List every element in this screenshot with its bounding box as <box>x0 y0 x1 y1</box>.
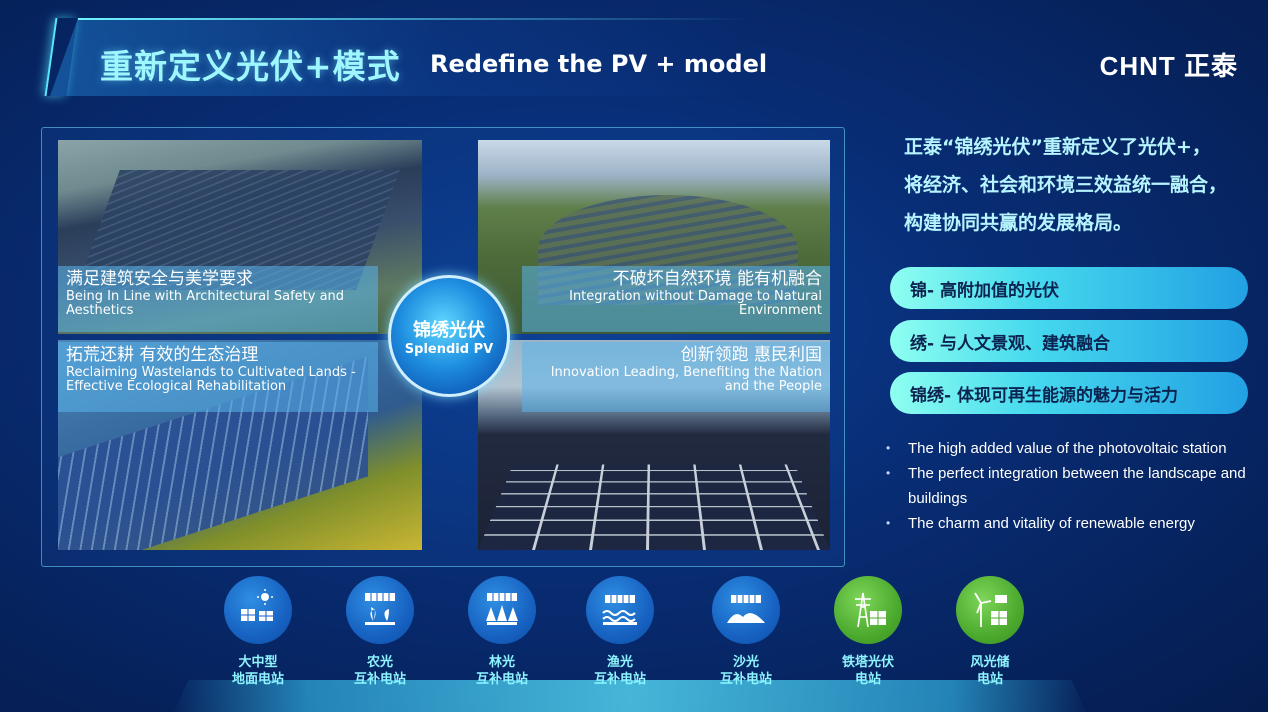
list-item: The charm and vitality of renewable ener… <box>886 511 1256 536</box>
agri-solar-icon <box>346 576 414 644</box>
station-fishery: 渔光 互补电站 <box>575 576 665 688</box>
station-label: 农光 <box>335 654 425 671</box>
badge-cn: 锦绣光伏 <box>413 316 485 342</box>
page-title-cn: 重新定义光伏+模式 <box>100 40 401 88</box>
station-label: 互补电站 <box>701 671 791 688</box>
intro-line: 正泰“锦绣光伏”重新定义了光伏+， <box>904 128 1254 166</box>
feature-pill-xiu: 绣- 与人文景观、建筑融合 <box>890 320 1248 362</box>
caption-innovation: 创新领跑 惠民利国 Innovation Leading, Benefiting… <box>522 342 830 412</box>
caption-cn: 不破坏自然环境 能有机融合 <box>530 270 822 290</box>
caption-en: Integration without Damage to Natural En… <box>530 290 822 320</box>
caption-cn: 拓荒还耕 有效的生态治理 <box>66 346 370 366</box>
station-label: 铁塔光伏 <box>823 654 913 671</box>
station-label: 互补电站 <box>335 671 425 688</box>
caption-en: Innovation Leading, Benefiting the Natio… <box>530 366 822 396</box>
list-item: The perfect integration between the land… <box>886 461 1256 511</box>
caption-en: Being In Line with Architectural Safety … <box>66 290 370 320</box>
station-label: 互补电站 <box>575 671 665 688</box>
splendid-pv-badge: 锦绣光伏 Splendid PV <box>388 275 510 397</box>
intro-line: 构建协同共赢的发展格局。 <box>904 204 1254 242</box>
station-ground: 大中型 地面电站 <box>213 576 303 688</box>
station-desert: 沙光 互补电站 <box>701 576 791 688</box>
ground-solar-icon <box>224 576 292 644</box>
intro-line: 将经济、社会和环境三效益统一融合， <box>904 166 1254 204</box>
intro-text: 正泰“锦绣光伏”重新定义了光伏+， 将经济、社会和环境三效益统一融合， 构建协同… <box>904 128 1254 242</box>
station-label: 互补电站 <box>457 671 547 688</box>
wind-solar-storage-icon <box>956 576 1024 644</box>
caption-cn: 创新领跑 惠民利国 <box>530 346 822 366</box>
caption-en: Reclaiming Wastelands to Cultivated Land… <box>66 366 370 396</box>
station-label: 沙光 <box>701 654 791 671</box>
station-label: 电站 <box>823 671 913 688</box>
station-label: 风光储 <box>945 654 1035 671</box>
station-label: 地面电站 <box>213 671 303 688</box>
feature-pill-jin: 锦- 高附加值的光伏 <box>890 267 1248 309</box>
station-label: 大中型 <box>213 654 303 671</box>
badge-en: Splendid PV <box>405 342 493 357</box>
list-item: The high added value of the photovoltaic… <box>886 436 1256 461</box>
desert-solar-icon <box>712 576 780 644</box>
caption-architecture: 满足建筑安全与美学要求 Being In Line with Architect… <box>58 266 378 332</box>
forest-solar-icon <box>468 576 536 644</box>
station-wind-storage: 风光储 电站 <box>945 576 1035 688</box>
station-tower: 铁塔光伏 电站 <box>823 576 913 688</box>
page-title-en: Redefine the PV + model <box>430 50 767 78</box>
fishery-solar-icon <box>586 576 654 644</box>
feature-pill-jinxiu: 锦绣- 体现可再生能源的魅力与活力 <box>890 372 1248 414</box>
caption-nature: 不破坏自然环境 能有机融合 Integration without Damage… <box>522 266 830 332</box>
tower-solar-icon <box>834 576 902 644</box>
caption-ecology: 拓荒还耕 有效的生态治理 Reclaiming Wastelands to Cu… <box>58 342 378 412</box>
station-forest: 林光 互补电站 <box>457 576 547 688</box>
feature-bullet-list: The high added value of the photovoltaic… <box>886 436 1256 536</box>
station-label: 电站 <box>945 671 1035 688</box>
brand-logo: CHNT 正泰 <box>1100 46 1238 83</box>
station-label: 林光 <box>457 654 547 671</box>
station-label: 渔光 <box>575 654 665 671</box>
caption-cn: 满足建筑安全与美学要求 <box>66 270 370 290</box>
station-agri: 农光 互补电站 <box>335 576 425 688</box>
